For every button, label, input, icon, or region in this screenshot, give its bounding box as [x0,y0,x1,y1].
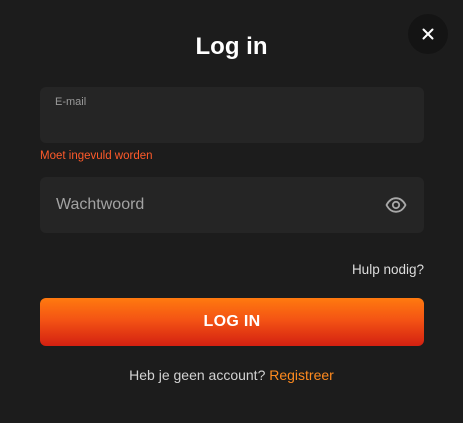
login-button[interactable]: LOG IN [40,298,424,346]
email-input[interactable] [40,87,424,143]
eye-icon [385,197,407,213]
login-modal: Log in E-mail Moet ingevuld worden Hulp … [0,0,463,423]
password-input[interactable] [40,177,424,233]
register-prompt: Heb je geen account? Registreer [0,367,463,383]
toggle-password-visibility-button[interactable] [384,193,408,217]
register-prompt-text: Heb je geen account? [129,367,266,383]
help-link[interactable]: Hulp nodig? [352,262,424,277]
modal-title: Log in [195,33,268,60]
register-link[interactable]: Registreer [269,367,334,383]
email-error-message: Moet ingevuld worden [40,150,153,162]
password-field[interactable] [40,177,424,233]
email-field[interactable]: E-mail [40,87,424,143]
